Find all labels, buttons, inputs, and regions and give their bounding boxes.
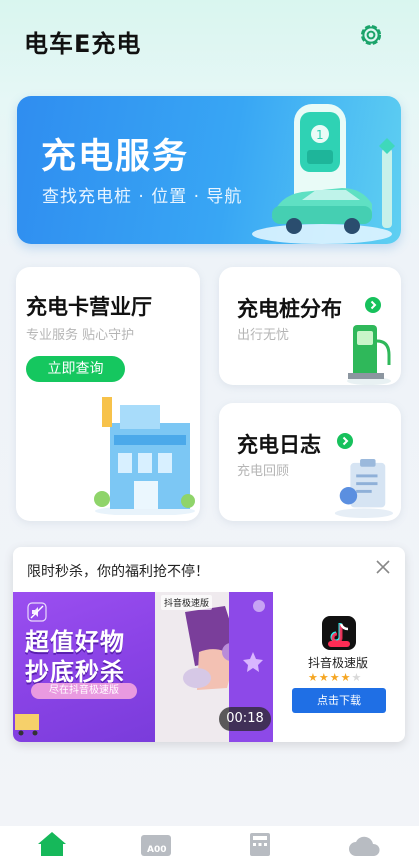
ad-popup[interactable]: 限时秒杀，你的福利抢不停！ 超值好物 抄底秒杀 尽在抖音极速版 抖音极速版 00… — [13, 547, 405, 742]
arrow-right-circle-icon — [337, 433, 353, 449]
calculator-icon[interactable] — [243, 830, 277, 856]
pile-map-title: 充电桩分布 — [237, 297, 342, 321]
svg-text:A00: A00 — [147, 845, 167, 855]
ad-slogan-line2: 抄底秒杀 — [25, 658, 125, 686]
video-duration: 00:18 — [219, 707, 271, 731]
app-title: 电车E充电 — [24, 30, 142, 58]
clipboard-illustration — [334, 458, 393, 519]
mute-icon[interactable] — [27, 602, 47, 622]
home-icon[interactable] — [35, 830, 69, 856]
banner-subtitle: 查找充电桩 · 位置 · 导航 — [42, 187, 243, 207]
app-name: 抖音极速版 — [307, 656, 368, 670]
bottom-tab-bar: A00 — [0, 826, 419, 856]
tiktok-note-icon — [328, 623, 350, 647]
ad-headline: 限时秒杀，你的福利抢不停！ — [27, 564, 209, 580]
charging-station-illustration: 1 — [252, 104, 395, 244]
charging-card-business-hall[interactable]: 充电卡营业厅 专业服务 贴心守护 立即查询 — [16, 267, 200, 521]
gear-icon[interactable] — [357, 21, 385, 49]
douyin-logo-icon[interactable] — [322, 616, 356, 650]
building-illustration — [94, 397, 195, 515]
charging-service-banner[interactable]: 充电服务 查找充电桩 · 位置 · 导航 1 — [17, 96, 401, 244]
download-button[interactable]: 点击下载 — [292, 688, 386, 713]
ticket-icon[interactable]: A00 — [139, 830, 173, 856]
banner-title: 充电服务 — [41, 137, 190, 177]
shopping-cart-icon — [15, 714, 39, 736]
app-rating: ★★★★★ — [308, 671, 363, 684]
charging-log-card[interactable]: 充电日志 充电回顾 — [219, 403, 401, 521]
query-now-button[interactable]: 立即查询 — [26, 356, 125, 382]
business-hall-title: 充电卡营业厅 — [26, 295, 152, 319]
ad-slogan-pill: 尽在抖音极速版 — [31, 683, 137, 699]
close-icon[interactable] — [374, 558, 392, 576]
cloud-icon[interactable] — [348, 830, 382, 856]
ad-promo-graphic[interactable]: 超值好物 抄底秒杀 尽在抖音极速版 — [13, 592, 155, 742]
svg-text:1: 1 — [316, 128, 324, 142]
business-hall-subtitle: 专业服务 贴心守护 — [26, 328, 135, 343]
log-title: 充电日志 — [237, 433, 321, 457]
charging-pile-map-card[interactable]: 充电桩分布 出行无忧 — [219, 267, 401, 385]
arrow-right-circle-icon — [365, 297, 381, 313]
charging-pile-illustration — [347, 325, 391, 385]
video-source-tag: 抖音极速版 — [161, 595, 213, 610]
log-subtitle: 充电回顾 — [237, 464, 290, 479]
header: 电车E充电 — [0, 0, 419, 90]
pile-map-subtitle: 出行无忧 — [237, 328, 290, 343]
